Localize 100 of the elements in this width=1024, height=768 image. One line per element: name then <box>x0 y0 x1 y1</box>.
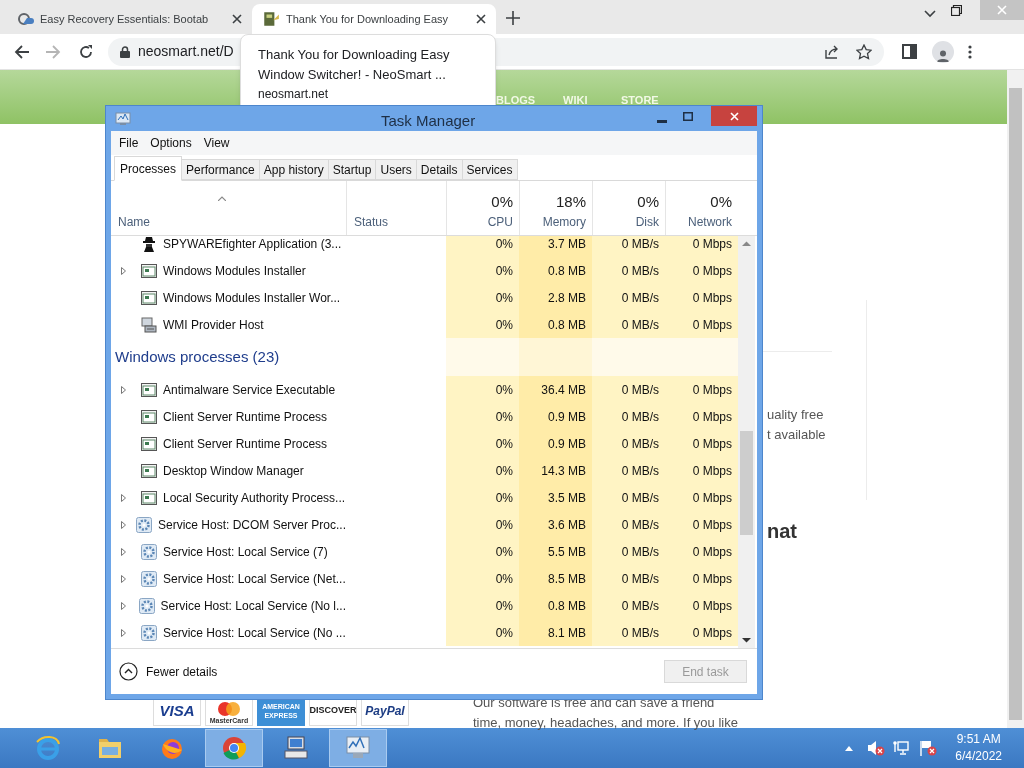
column-header[interactable]: 18% Memory <box>519 181 592 235</box>
reload-icon[interactable] <box>78 43 94 60</box>
tab[interactable]: Startup <box>328 159 377 180</box>
table-cell: 3.5 MB <box>519 484 592 511</box>
column-header[interactable]: Name <box>111 181 346 235</box>
column-label: Name <box>118 214 151 231</box>
flag-icon[interactable] <box>919 740 938 756</box>
process-name[interactable]: SPYWAREfighter Application (3... <box>163 236 342 253</box>
column-label: Memory <box>542 214 586 231</box>
tab[interactable]: Performance <box>182 159 260 180</box>
table-cell: 0% <box>446 430 519 457</box>
expand-arrow-icon[interactable] <box>121 628 126 637</box>
tooltip-domain: neosmart.net <box>258 86 330 103</box>
process-name[interactable]: WMI Provider Host <box>163 315 264 334</box>
tab[interactable]: App history <box>259 159 329 180</box>
process-name[interactable]: Windows Modules Installer Wor... <box>163 288 341 307</box>
taskbar-button[interactable] <box>205 729 263 767</box>
close-button[interactable] <box>711 106 757 126</box>
window-icon <box>141 409 157 424</box>
scrollbar-thumb[interactable] <box>1009 88 1022 720</box>
window-title: Task Manager <box>381 111 476 131</box>
table-cell: 0.9 MB <box>519 403 592 430</box>
gear-icon <box>141 543 157 560</box>
process-name[interactable]: Client Server Runtime Process <box>163 407 328 426</box>
maximize-icon[interactable] <box>683 112 693 121</box>
process-name[interactable]: Service Host: Local Service (No l... <box>160 596 346 615</box>
more-icon[interactable] <box>968 44 972 59</box>
restore-icon[interactable] <box>951 5 962 16</box>
computer-icon <box>282 734 310 762</box>
table-cell: 0 MB/s <box>592 376 665 403</box>
tab[interactable]: Users <box>376 159 417 180</box>
fewer-details-button[interactable]: Fewer details <box>119 662 218 681</box>
menu-item[interactable]: Options <box>150 134 192 152</box>
section-heading: nat <box>767 519 797 544</box>
process-name[interactable]: Local Security Authority Process... <box>163 488 346 507</box>
network-icon[interactable] <box>893 740 910 756</box>
chevron-down-icon[interactable] <box>924 10 936 18</box>
expand-arrow-icon[interactable] <box>121 601 126 610</box>
table-cell: 8.5 MB <box>519 565 592 592</box>
tray-arrow-icon[interactable] <box>845 745 854 751</box>
tab[interactable]: Details <box>416 159 463 180</box>
process-name[interactable]: Client Server Runtime Process <box>163 434 328 453</box>
table-cell: 0 MB/s <box>592 284 665 311</box>
close-icon[interactable] <box>232 14 242 24</box>
star-icon[interactable] <box>856 43 872 60</box>
expand-arrow-icon[interactable] <box>121 574 126 583</box>
tab[interactable]: Processes <box>114 156 183 181</box>
column-header[interactable]: Status <box>346 181 446 235</box>
browser-tab[interactable]: Easy Recovery Essentials: Bootab <box>8 4 252 34</box>
table-cell: 0 MB/s <box>592 311 665 338</box>
menu-item[interactable]: View <box>203 134 230 152</box>
table-cell: 0 MB/s <box>592 484 665 511</box>
figure-icon <box>142 236 156 252</box>
scroll-down-icon[interactable] <box>742 638 751 643</box>
process-name[interactable]: Service Host: DCOM Server Proc... <box>157 515 346 534</box>
column-label: Disk <box>635 214 659 231</box>
table-cell: 0 MB/s <box>592 236 665 257</box>
table-cell: 3.6 MB <box>519 511 592 538</box>
expand-arrow-icon[interactable] <box>121 385 126 394</box>
close-icon[interactable] <box>476 14 486 24</box>
window-icon <box>141 290 157 305</box>
scroll-up-icon[interactable] <box>742 241 751 246</box>
clock-time: 9:51 AM <box>956 731 1001 748</box>
expand-arrow-icon[interactable] <box>121 547 126 556</box>
column-header[interactable]: 0% Network <box>665 181 738 235</box>
share-icon[interactable] <box>824 43 840 60</box>
process-name[interactable]: Antimalware Service Executable <box>163 380 336 399</box>
plus-icon[interactable] <box>506 11 520 25</box>
process-name[interactable]: Windows Modules Installer <box>163 261 306 280</box>
group-header[interactable]: Windows processes (23) <box>111 338 446 376</box>
table-cell: 0 Mbps <box>665 403 738 430</box>
taskbar-button[interactable] <box>329 729 387 767</box>
process-name[interactable]: Desktop Window Manager <box>163 461 304 480</box>
process-name[interactable]: Service Host: Local Service (7) <box>163 542 328 561</box>
profile-avatar[interactable] <box>932 40 954 63</box>
browser-tab[interactable]: Thank You for Downloading Easy <box>252 4 496 34</box>
process-name[interactable]: Service Host: Local Service (No ... <box>163 623 346 642</box>
cloud-icon <box>18 11 34 27</box>
tab[interactable]: Services <box>462 159 518 180</box>
table-cell: 0% <box>446 257 519 284</box>
expand-arrow-icon[interactable] <box>121 493 126 502</box>
lock-icon <box>120 45 130 58</box>
muted-speaker-icon[interactable] <box>867 740 886 756</box>
expand-arrow-icon[interactable] <box>121 266 126 275</box>
table-cell: 0 Mbps <box>665 284 738 311</box>
sidebar-icon[interactable] <box>902 44 917 59</box>
expand-arrow-icon[interactable] <box>121 520 126 529</box>
table-cell: 14.3 MB <box>519 457 592 484</box>
scrollbar-thumb[interactable] <box>740 431 753 535</box>
process-name[interactable]: Service Host: Local Service (Net... <box>163 569 346 588</box>
table-cell: 3.7 MB <box>519 236 592 257</box>
column-header[interactable]: 0% CPU <box>446 181 519 235</box>
table-cell: 0 Mbps <box>665 457 738 484</box>
column-header[interactable]: 0% Disk <box>592 181 665 235</box>
table-cell: 0.8 MB <box>519 592 592 619</box>
table-cell: 8.1 MB <box>519 619 592 646</box>
back-icon[interactable] <box>14 43 30 60</box>
menu-item[interactable]: File <box>119 134 139 152</box>
column-percent: 0% <box>710 192 732 212</box>
clock[interactable]: 9:51 AM 6/4/2022 <box>955 731 1002 765</box>
